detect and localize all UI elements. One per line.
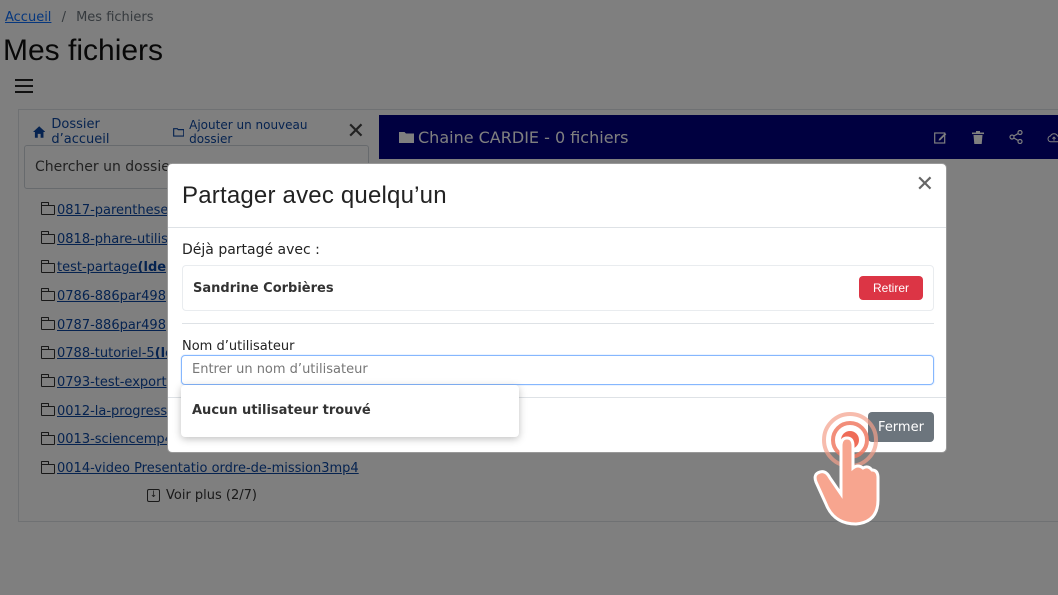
tap-hand-icon xyxy=(813,412,880,526)
user-suggestions-dropdown: Aucun utilisateur trouvé xyxy=(181,385,519,437)
remove-share-button[interactable]: Retirer xyxy=(859,276,923,300)
shared-user-name: Sandrine Corbières xyxy=(193,281,334,296)
username-label: Nom d’utilisateur xyxy=(182,339,295,354)
username-input[interactable]: Entrer un nom d’utilisateur xyxy=(181,355,934,385)
shared-user-row: Sandrine Corbières Retirer xyxy=(182,265,934,311)
modal-header: Partager avec quelqu’un ✕ xyxy=(168,164,946,228)
no-user-found-message: Aucun utilisateur trouvé xyxy=(192,403,371,418)
close-icon[interactable]: ✕ xyxy=(916,172,934,197)
shared-with-label: Déjà partagé avec : xyxy=(182,242,320,258)
modal-title: Partager avec quelqu’un xyxy=(182,182,447,209)
divider xyxy=(182,323,934,324)
